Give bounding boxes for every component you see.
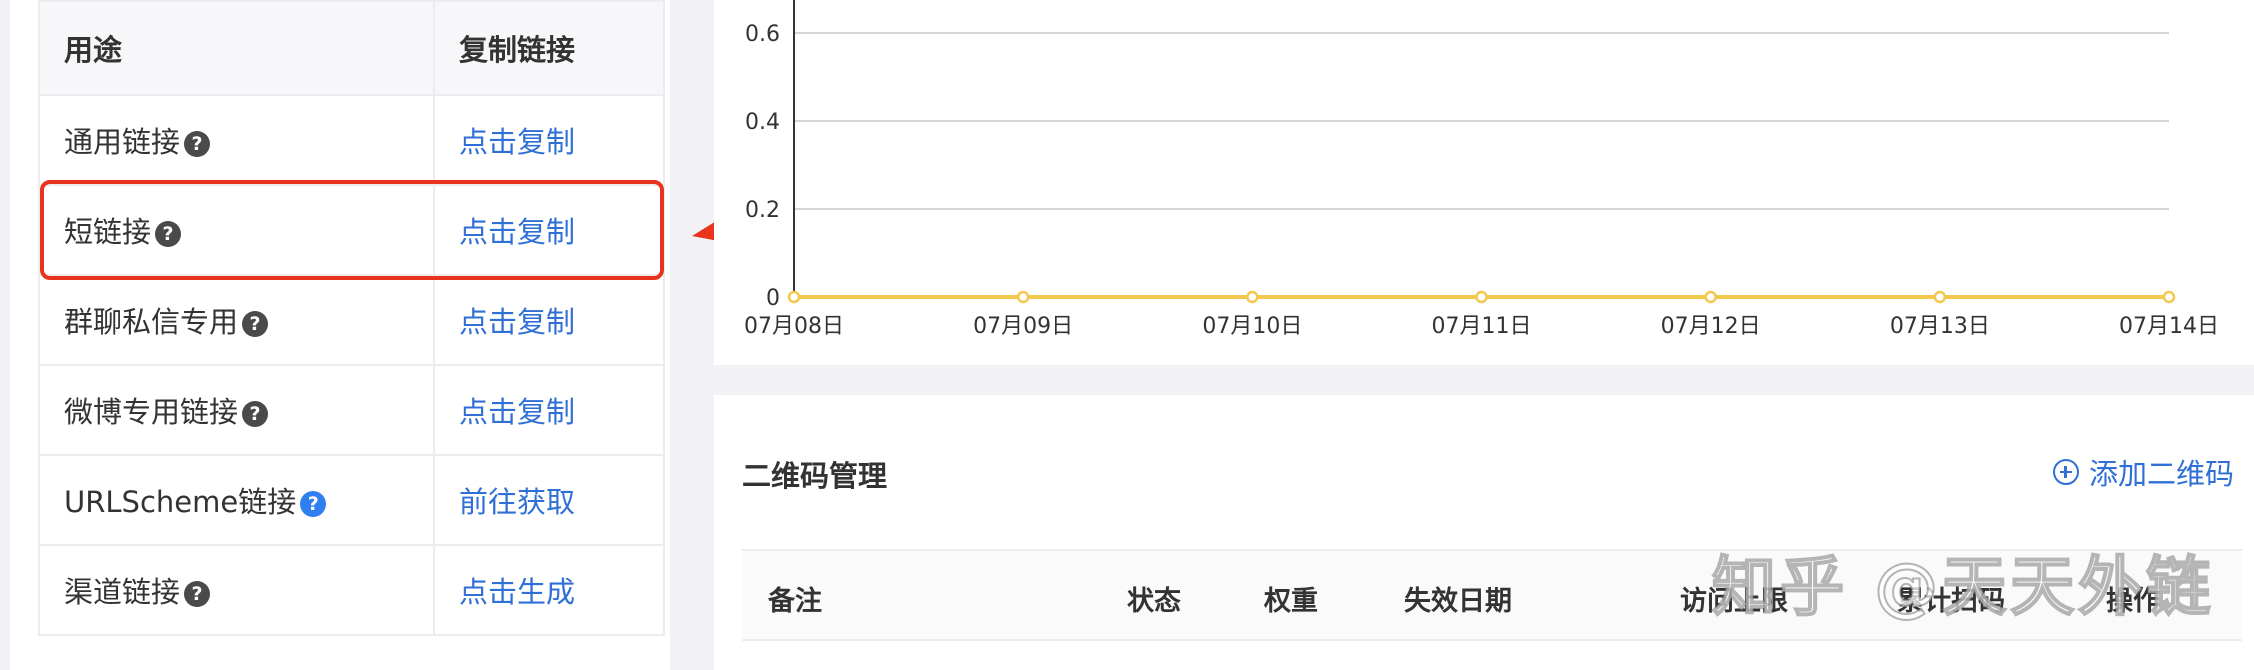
plus-circle-icon: [2052, 459, 2079, 485]
row-label: 渠道链接?: [38, 544, 435, 636]
row-label-text: 通用链接: [64, 125, 181, 159]
row-label-text: URLScheme链接: [64, 485, 297, 519]
table-header-row: 用途 复制链接: [38, 0, 665, 96]
row-label-text: 群聊私信专用: [64, 305, 239, 339]
y-tick-label: 0: [766, 286, 780, 311]
copy-link-button[interactable]: 点击复制: [433, 274, 665, 366]
table-row: 微博专用链接? 点击复制: [38, 364, 665, 456]
column-header-usage: 用途: [38, 0, 435, 96]
help-icon[interactable]: ?: [242, 401, 269, 427]
get-link-button[interactable]: 前往获取: [433, 454, 665, 546]
y-tick-label: 0.4: [745, 110, 780, 135]
x-tick-label: 07月13日: [1890, 314, 1990, 339]
copy-link-button[interactable]: 点击复制: [433, 94, 665, 186]
row-label: 群聊私信专用?: [38, 274, 435, 366]
chart-card: 0 0.2 0.4 0.6 07月08日 07月09日 07月10日 07月11日 07月12日…: [714, 0, 2254, 365]
row-label: 通用链接?: [38, 94, 435, 186]
table-row: 群聊私信专用? 点击复制: [38, 274, 665, 366]
link-panel: 用途 复制链接 通用链接? 点击复制 短链接? 点击复制 群聊私信专用? 点击复…: [10, 0, 670, 670]
row-label: 微博专用链接?: [38, 364, 435, 456]
qr-card: 二维码管理 添加二维码 备注 状态 权重 失效日期 访问上限 累计扫码 操作: [714, 395, 2254, 670]
x-tick-label: 07月14日: [2119, 314, 2219, 339]
link-table: 用途 复制链接 通用链接? 点击复制 短链接? 点击复制 群聊私信专用? 点击复…: [38, 0, 665, 636]
generate-link-button[interactable]: 点击生成: [433, 544, 665, 636]
x-tick-label: 07月11日: [1432, 314, 1532, 339]
row-label-text: 微博专用链接: [64, 395, 239, 429]
data-point: [1016, 290, 1030, 304]
x-tick-label: 07月09日: [973, 314, 1073, 339]
help-icon[interactable]: ?: [300, 491, 327, 517]
help-icon[interactable]: ?: [242, 311, 269, 337]
x-tick-label: 07月10日: [1202, 314, 1302, 339]
table-row: URLScheme链接? 前往获取: [38, 454, 665, 546]
row-label: URLScheme链接?: [38, 454, 435, 546]
row-label: 短链接?: [38, 184, 435, 276]
x-tick-label: 07月12日: [1661, 314, 1761, 339]
table-row: 短链接? 点击复制: [38, 184, 665, 276]
help-icon[interactable]: ?: [184, 581, 211, 607]
column-header-status: 状态: [1127, 586, 1181, 617]
row-label-text: 短链接: [64, 215, 152, 249]
column-header-actions: 操作: [2106, 586, 2160, 617]
table-row: 渠道链接? 点击生成: [38, 544, 665, 636]
x-tick-label: 07月08日: [744, 314, 844, 339]
column-header-expiry: 失效日期: [1404, 586, 1512, 617]
data-point: [1475, 290, 1488, 304]
y-tick-label: 0.6: [745, 22, 780, 47]
table-row: 通用链接? 点击复制: [38, 94, 665, 186]
row-label-text: 渠道链接: [64, 575, 181, 609]
y-tick-label: 0.2: [745, 198, 780, 223]
copy-link-button[interactable]: 点击复制: [433, 364, 665, 456]
column-header-weight: 权重: [1264, 586, 1318, 617]
qr-table-header: 备注 状态 权重 失效日期 访问上限 累计扫码 操作: [742, 549, 2242, 641]
qr-section-title: 二维码管理: [742, 459, 888, 493]
data-point: [787, 290, 801, 304]
help-icon[interactable]: ?: [184, 131, 211, 157]
line-chart: 0 0.2 0.4 0.6 07月08日 07月09日 07月10日 07月11日 07月12日…: [744, 0, 2219, 339]
add-qr-label: 添加二维码: [2088, 457, 2234, 491]
column-header-visit-limit: 访问上限: [1680, 586, 1788, 617]
column-header-total-scans: 累计扫码: [1897, 586, 2005, 617]
help-icon[interactable]: ?: [155, 221, 182, 247]
data-point: [2162, 290, 2176, 304]
copy-link-button[interactable]: 点击复制: [433, 184, 665, 276]
column-header-remark: 备注: [768, 586, 822, 617]
data-point: [1933, 290, 1947, 304]
column-header-copy: 复制链接: [433, 0, 665, 96]
add-qr-button[interactable]: 添加二维码: [2052, 451, 2234, 493]
data-point: [1704, 290, 1717, 304]
data-point: [1246, 290, 1259, 304]
